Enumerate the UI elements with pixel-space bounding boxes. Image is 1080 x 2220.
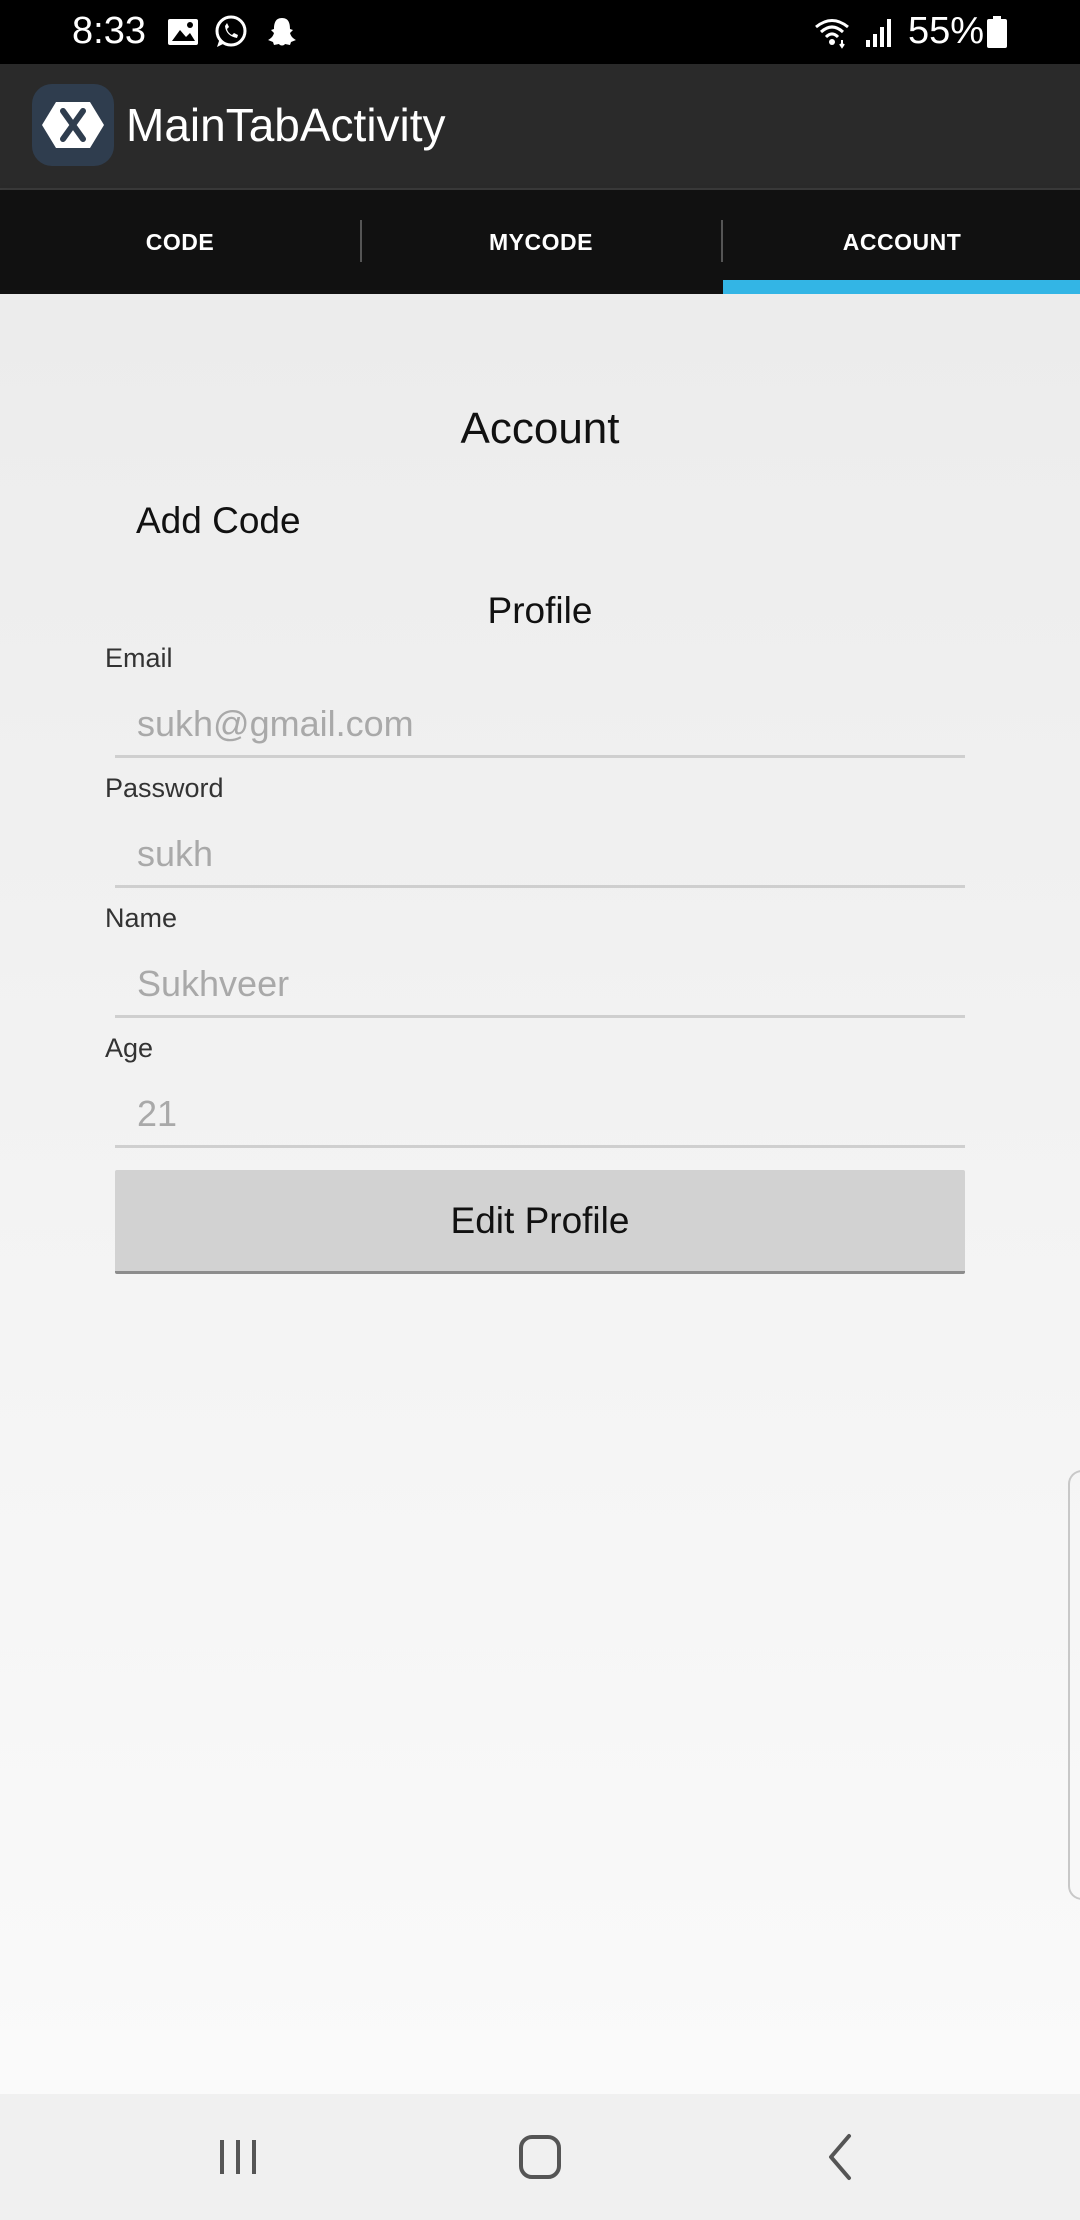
app-bar: MainTabActivity [0,64,1080,190]
tab-account-label: ACCOUNT [842,228,962,255]
add-code-button[interactable]: Add Code [136,500,301,542]
home-icon[interactable] [505,2124,575,2190]
battery-icon [987,16,1007,48]
age-field[interactable] [115,1082,965,1148]
password-field[interactable] [115,822,965,888]
back-icon[interactable] [807,2124,877,2190]
status-time: 8:33 [72,10,146,52]
name-field[interactable] [115,952,965,1018]
tab-bar: CODE MYCODE ACCOUNT [0,190,1080,294]
tab-account[interactable]: ACCOUNT [722,190,1080,294]
status-bar: 8:33 55% [0,0,1080,64]
profile-section-title: Profile [487,590,593,631]
password-label: Password [105,773,224,803]
app-title: MainTabActivity [126,99,446,151]
recent-apps-icon[interactable] [203,2124,273,2190]
xamarin-logo-icon [32,84,114,166]
name-label: Name [105,903,178,933]
email-field[interactable] [115,692,965,758]
whatsapp-icon [215,15,247,47]
tab-mycode[interactable]: MYCODE [361,190,721,294]
selected-tab-indicator [723,280,1080,294]
navigation-bar [0,2094,1080,2220]
tab-mycode-label: MYCODE [489,228,593,255]
tab-code-label: CODE [145,228,215,255]
tab-code[interactable]: CODE [0,190,360,294]
age-label: Age [105,1033,154,1063]
wifi-icon [815,19,849,49]
battery-percentage: 55% [908,10,985,52]
email-label: Email [105,643,173,673]
image-icon [168,19,198,45]
snapchat-icon [268,18,296,46]
signal-icon [866,19,891,47]
edit-profile-button[interactable]: Edit Profile [115,1170,965,1274]
edge-panel-handle[interactable] [1068,1470,1080,1900]
page-title: Account [460,404,620,453]
